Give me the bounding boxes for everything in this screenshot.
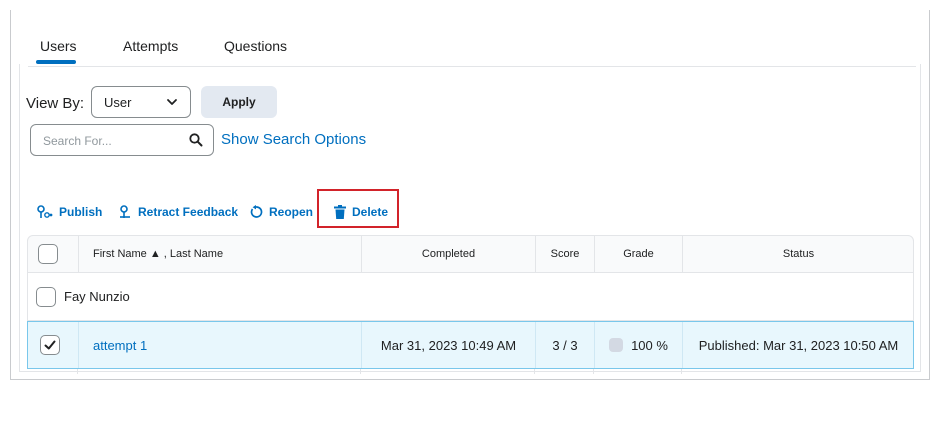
- view-by-selected-value: User: [104, 95, 132, 110]
- completed-value: Mar 31, 2023 10:49 AM: [380, 337, 517, 353]
- select-all-checkbox[interactable]: [38, 244, 58, 264]
- search-input[interactable]: [41, 131, 185, 151]
- table-header-row: First Name ▲ , Last Name Completed Score…: [27, 235, 914, 273]
- user-group-row: Fay Nunzio: [27, 273, 914, 321]
- retract-feedback-button[interactable]: Retract Feedback: [118, 205, 238, 219]
- column-header-grade: Grade: [623, 248, 654, 260]
- column-header-status: Status: [782, 248, 815, 260]
- grade-indicator-icon: [609, 338, 624, 352]
- tab-bar: Users Attempts Questions: [28, 28, 916, 67]
- show-search-options-link[interactable]: Show Search Options: [221, 131, 366, 148]
- attempt-checkbox[interactable]: [40, 335, 60, 355]
- publish-label: Publish: [59, 205, 103, 219]
- reopen-button[interactable]: Reopen: [249, 205, 313, 219]
- delete-highlight-box: [317, 189, 399, 228]
- table-row[interactable]: attempt 1 Mar 31, 2023 10:49 AM 3 / 3 10…: [27, 321, 914, 369]
- user-name: Fay Nunzio: [64, 289, 130, 304]
- attempt-link[interactable]: attempt 1: [93, 338, 147, 353]
- tab-users[interactable]: Users: [40, 38, 77, 54]
- reopen-label: Reopen: [269, 205, 314, 219]
- reopen-icon: [250, 205, 263, 218]
- search-box: [30, 124, 214, 156]
- publish-button[interactable]: Publish: [37, 205, 102, 219]
- view-by-select[interactable]: User: [91, 86, 191, 118]
- grade-value: 100 %: [631, 337, 668, 353]
- attempts-table: First Name ▲ , Last Name Completed Score…: [27, 235, 914, 369]
- table-continuation: [27, 369, 914, 374]
- column-header-name[interactable]: First Name ▲ , Last Name: [93, 236, 223, 272]
- column-header-completed: Completed: [421, 248, 476, 260]
- retract-feedback-label: Retract Feedback: [138, 205, 239, 219]
- column-header-score: Score: [550, 248, 580, 260]
- status-value: Published: Mar 31, 2023 10:50 AM: [698, 337, 899, 353]
- score-value: 3 / 3: [552, 337, 578, 353]
- apply-button[interactable]: Apply: [201, 86, 277, 118]
- publish-icon: [37, 205, 53, 218]
- chevron-down-icon: [167, 99, 177, 105]
- retract-feedback-icon: [120, 205, 130, 218]
- view-by-label: View By:: [26, 95, 85, 112]
- checkmark-icon: [44, 340, 56, 350]
- search-icon[interactable]: [189, 133, 203, 147]
- tab-attempts[interactable]: Attempts: [123, 38, 178, 54]
- tab-questions[interactable]: Questions: [224, 38, 287, 54]
- user-checkbox[interactable]: [36, 286, 56, 307]
